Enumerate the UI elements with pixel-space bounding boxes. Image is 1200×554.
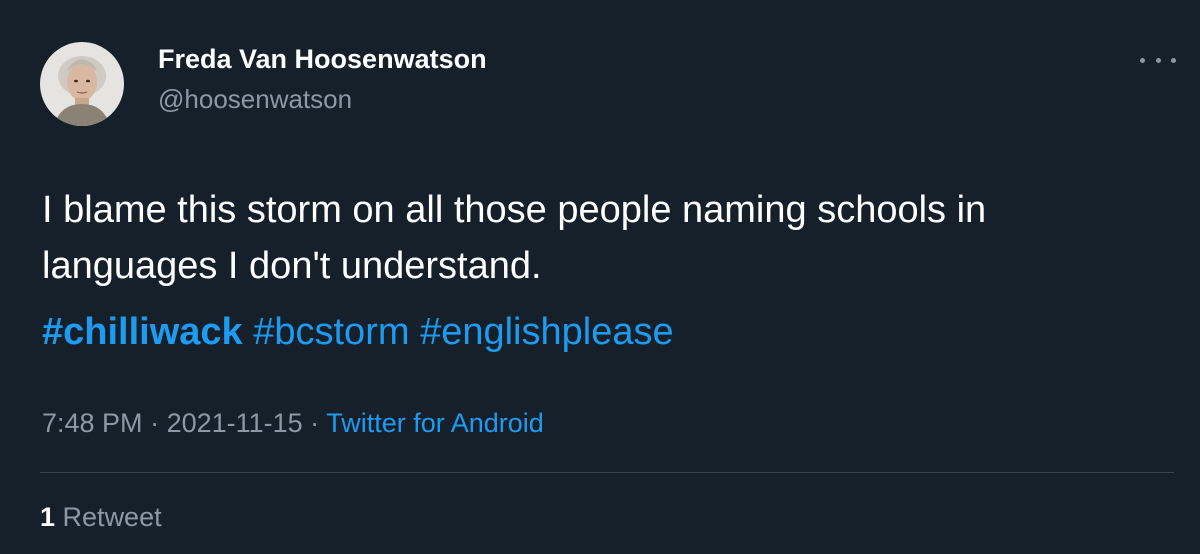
hashtag-link[interactable]: #bcstorm — [253, 311, 409, 353]
more-dot — [1155, 57, 1161, 63]
hashtag-list: #chilliwack #bcstorm #englishplease — [42, 306, 674, 358]
meta-separator: · — [302, 408, 327, 438]
avatar-image — [40, 42, 124, 126]
tweet-time[interactable]: 7:48 PM — [42, 408, 143, 438]
meta-separator: · — [142, 408, 167, 438]
more-dot — [1140, 57, 1145, 63]
tweet-date[interactable]: 2021-11-15 — [167, 408, 303, 438]
retweet-label: Retweet — [62, 502, 162, 532]
tweet-text: I blame this storm on all those people n… — [42, 189, 987, 287]
divider — [40, 472, 1174, 473]
tweet-meta: 7:48 PM · 2021-11-15 · Twitter for Andro… — [42, 408, 544, 439]
avatar[interactable] — [40, 42, 124, 126]
hashtag-link[interactable]: #englishplease — [420, 311, 674, 353]
tweet-source-link[interactable]: Twitter for Android — [326, 408, 544, 438]
more-horizontal-icon[interactable] — [1140, 48, 1176, 72]
retweet-stats[interactable]: 1 Retweet — [40, 502, 162, 533]
retweet-count: 1 — [40, 502, 56, 532]
display-name[interactable]: Freda Van Hoosenwatson — [158, 44, 487, 75]
user-handle[interactable]: @hoosenwatson — [158, 84, 352, 115]
tweet-card: Freda Van Hoosenwatson @hoosenwatson I b… — [0, 0, 1200, 554]
hashtag-link[interactable]: #chilliwack — [42, 311, 243, 353]
more-dot — [1171, 57, 1176, 63]
